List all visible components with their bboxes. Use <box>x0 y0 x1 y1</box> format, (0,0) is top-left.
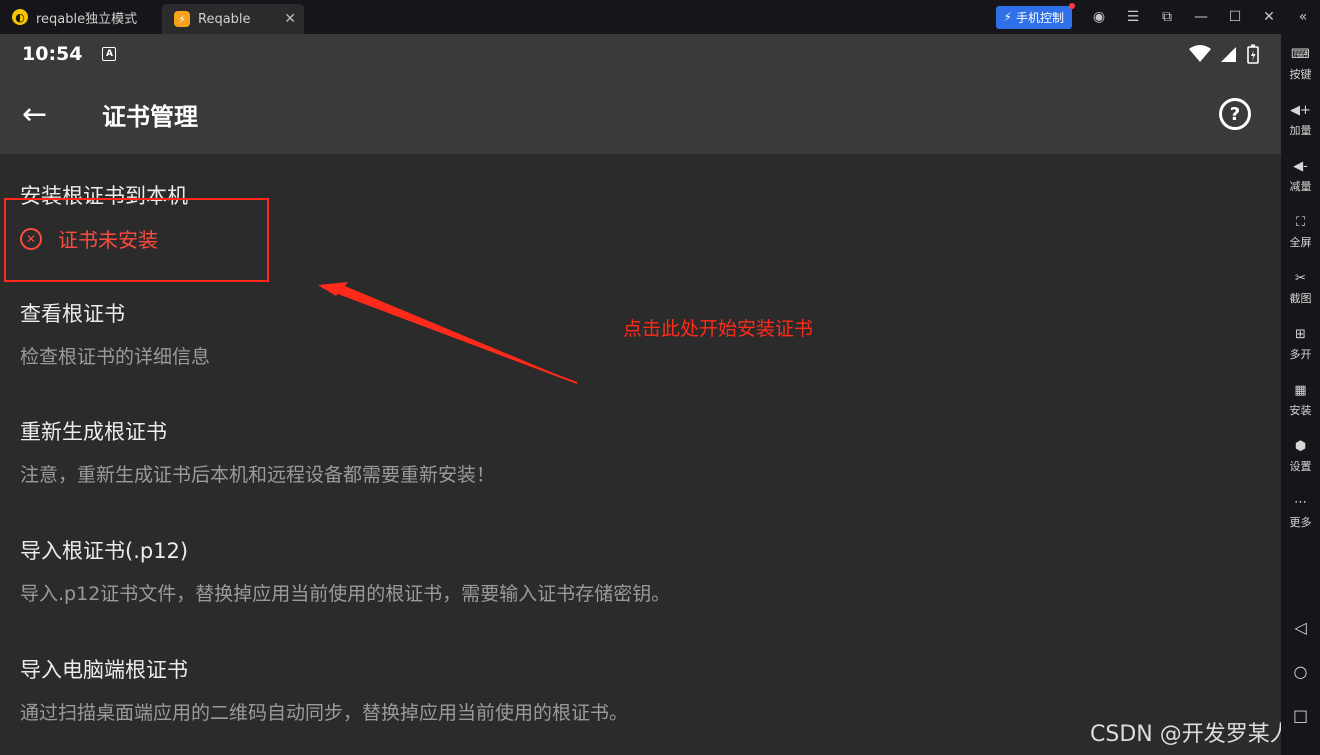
apk-install-icon: ▦ <box>1294 382 1307 398</box>
volume-down-icon: ◀- <box>1293 158 1308 174</box>
window-titlebar: ◐ reqable独立模式 ⚡ Reqable ✕ ⚡ 手机控制 ◉ ☰ ⧉ —… <box>0 0 1320 34</box>
notification-dot <box>1069 2 1075 9</box>
battery-icon <box>1247 44 1259 64</box>
sidebar-item-volume-up[interactable]: ◀+ 加量 <box>1281 92 1320 148</box>
sidebar-label: 安装 <box>1289 403 1312 417</box>
sidebar-label: 全屏 <box>1289 235 1312 249</box>
sidebar-item-fullscreen[interactable]: ⛶ 全屏 <box>1281 204 1320 260</box>
tab-close-icon[interactable]: ✕ <box>284 11 296 27</box>
list-item-import-desktop-cert[interactable]: 导入电脑端根证书 通过扫描桌面端应用的二维码自动同步，替换掉应用当前使用的根证书… <box>20 628 1281 725</box>
nav-recent-icon[interactable]: □ <box>1281 706 1320 725</box>
list-item-import-p12[interactable]: 导入根证书(.p12) 导入.p12证书文件，替换掉应用当前使用的根证书，需要输… <box>20 509 1281 628</box>
multi-instance-icon: ⊞ <box>1295 326 1306 342</box>
tab-reqable-standalone[interactable]: ◐ reqable独立模式 <box>0 0 158 34</box>
nav-home-icon[interactable]: ○ <box>1281 662 1320 681</box>
maximize-icon[interactable]: ☐ <box>1218 0 1252 34</box>
sidebar-item-more[interactable]: ⋯ 更多 <box>1281 484 1320 540</box>
reqable-icon: ⚡ <box>174 11 190 27</box>
volume-up-icon: ◀+ <box>1290 102 1311 118</box>
watermark: CSDN @开发罗某人 <box>1090 722 1292 747</box>
sidebar-label: 设置 <box>1289 459 1312 473</box>
collapse-icon[interactable]: « <box>1286 0 1320 34</box>
app-bar: ← 证书管理 ? <box>0 74 1281 154</box>
sidebar-item-install[interactable]: ▦ 安装 <box>1281 372 1320 428</box>
item-subtitle: 导入.p12证书文件，替换掉应用当前使用的根证书，需要输入证书存储密钥。 <box>20 583 671 605</box>
app-logo-icon: ◐ <box>12 9 28 25</box>
close-icon[interactable]: ✕ <box>1252 0 1286 34</box>
android-screen: 10:54 A ← 证书管理 ? 安装根证书到本机 ✕ 证书未安装 查看根证书 … <box>0 34 1281 755</box>
sidebar-label: 按键 <box>1289 67 1312 81</box>
page-title: 证书管理 <box>102 102 198 131</box>
lightning-icon: ⚡ <box>1003 10 1012 24</box>
user-icon[interactable]: ◉ <box>1082 0 1116 34</box>
fullscreen-icon: ⛶ <box>1295 214 1306 230</box>
item-title: 重新生成根证书 <box>20 420 167 444</box>
item-subtitle: 检查根证书的详细信息 <box>20 346 211 368</box>
keyboard-icon: ⌨ <box>1291 46 1310 62</box>
sidebar-label: 截图 <box>1289 291 1312 305</box>
tab-label: Reqable <box>198 11 251 27</box>
status-time: 10:54 <box>22 43 83 65</box>
sidebar-label: 减量 <box>1289 179 1312 193</box>
popout-icon[interactable]: ⧉ <box>1150 0 1184 34</box>
annotation-highlight-box <box>4 198 269 282</box>
nav-back-icon[interactable]: ◁ <box>1281 618 1320 637</box>
sidebar-item-multi-instance[interactable]: ⊞ 多开 <box>1281 316 1320 372</box>
sidebar-item-keys[interactable]: ⌨ 按键 <box>1281 36 1320 92</box>
wifi-icon <box>1189 45 1211 62</box>
cell-signal-icon <box>1221 47 1236 62</box>
sidebar-label: 更多 <box>1289 515 1312 529</box>
sidebar-label: 多开 <box>1289 347 1312 361</box>
settings-icon: ⬢ <box>1294 438 1307 454</box>
tab-reqable[interactable]: ⚡ Reqable ✕ <box>162 4 304 34</box>
scissors-icon: ✂ <box>1295 270 1306 286</box>
tab-label: reqable独立模式 <box>36 11 138 27</box>
status-bar: 10:54 A <box>0 34 1281 74</box>
minimize-icon[interactable]: — <box>1184 0 1218 34</box>
notification-icon: A <box>102 47 117 61</box>
item-title: 导入电脑端根证书 <box>20 658 188 682</box>
list-item-regenerate-root-cert[interactable]: 重新生成根证书 注意，重新生成证书后本机和远程设备都需要重新安装！ <box>20 390 1281 509</box>
sidebar-item-settings[interactable]: ⬢ 设置 <box>1281 428 1320 484</box>
sidebar-item-screenshot[interactable]: ✂ 截图 <box>1281 260 1320 316</box>
menu-icon[interactable]: ☰ <box>1116 0 1150 34</box>
phone-control-label: 手机控制 <box>1015 10 1064 25</box>
back-arrow-icon[interactable]: ← <box>22 97 80 132</box>
phone-control-button[interactable]: ⚡ 手机控制 <box>995 2 1075 29</box>
emulator-sidebar: ⌨ 按键 ◀+ 加量 ◀- 减量 ⛶ 全屏 ✂ 截图 ⊞ 多开 ▦ 安装 ⬢ 设 <box>1281 34 1320 755</box>
item-subtitle: 注意，重新生成证书后本机和远程设备都需要重新安装！ <box>20 464 496 486</box>
sidebar-label: 加量 <box>1289 123 1312 137</box>
sidebar-item-volume-down[interactable]: ◀- 减量 <box>1281 148 1320 204</box>
help-icon[interactable]: ? <box>1219 98 1251 130</box>
more-icon: ⋯ <box>1294 494 1307 510</box>
annotation-text: 点击此处开始安装证书 <box>623 318 814 340</box>
item-title: 导入根证书(.p12) <box>20 539 189 563</box>
